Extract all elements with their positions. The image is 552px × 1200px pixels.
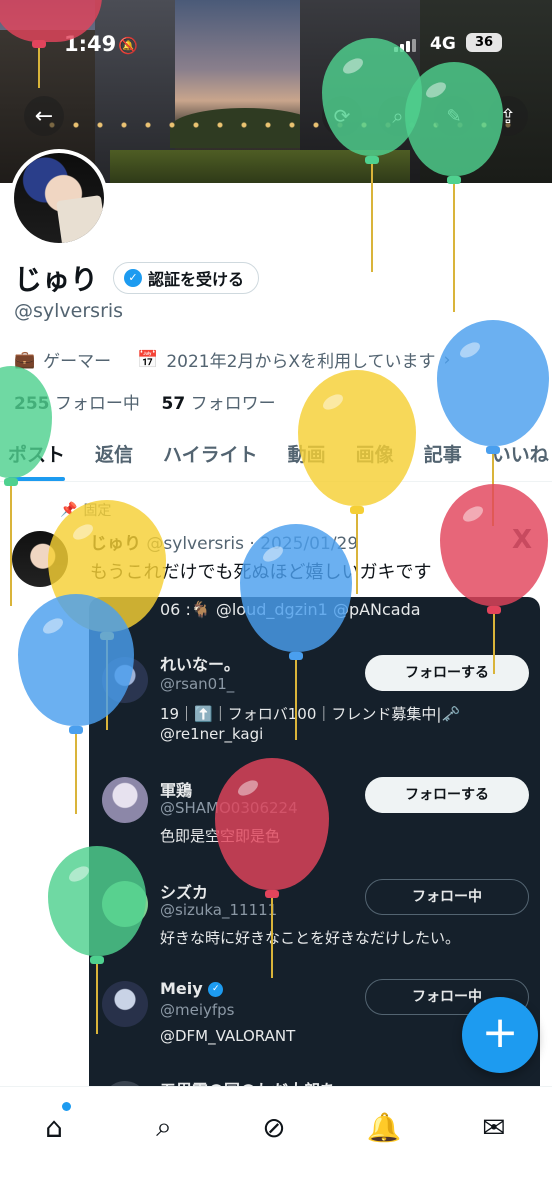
messages-icon[interactable]: ✉ <box>474 1107 514 1147</box>
profile-tabs: ポスト 返信 ハイライト 動画 画像 記事 いいね <box>0 432 552 482</box>
post-handle-date: @sylversris · 2025/01/29 <box>146 534 359 554</box>
network-type: 4G <box>430 34 456 54</box>
pinned-label: 固定 <box>83 503 112 519</box>
following-label: フォロー中 <box>54 394 140 414</box>
status-time: 1:49 <box>64 32 117 56</box>
home-icon[interactable]: ⌂ <box>34 1107 74 1147</box>
avatar[interactable] <box>102 657 148 703</box>
following-count: 255 <box>14 394 50 414</box>
following-button[interactable]: フォロー中 <box>365 879 529 915</box>
user-bio: 19｜⬆️｜フォロバ100｜フレンド募集中|🗝️ <box>160 705 461 723</box>
tab-highlights[interactable]: ハイライト <box>163 432 258 481</box>
x-logo-icon: X <box>512 525 533 555</box>
calendar-icon: 📅 <box>137 349 159 370</box>
profile-name: じゅり <box>14 263 99 296</box>
verified-badge-icon: ✓ <box>124 269 142 287</box>
tab-replies[interactable]: 返信 <box>95 432 133 481</box>
grok-icon[interactable]: ⊘ <box>254 1107 294 1147</box>
pin-icon: 📌 <box>60 502 78 518</box>
search-icon[interactable]: ⌕ <box>378 96 418 136</box>
silent-mode-icon: 🔕 <box>118 36 138 55</box>
tab-posts[interactable]: ポスト <box>8 432 66 481</box>
avatar[interactable] <box>102 981 148 1027</box>
verified-badge-icon: ✓ <box>208 982 224 997</box>
user-handle: @sizuka_11111 <box>160 901 278 919</box>
battery-level: 36 <box>466 33 502 52</box>
user-handle: @meiyfps <box>160 1001 235 1019</box>
user-bio: @DFM_VALORANT <box>160 1027 296 1045</box>
post-author[interactable]: じゅり <box>90 534 141 554</box>
home-notification-dot <box>62 1102 71 1111</box>
followers-count: 57 <box>161 394 186 414</box>
profile-avatar[interactable] <box>10 149 108 247</box>
user-name: シズカ <box>160 883 209 902</box>
user-name: れいなー。 <box>160 655 240 674</box>
user-handle: @rsan01_ <box>160 675 235 693</box>
banner-lawn <box>110 150 410 183</box>
briefcase-icon: 💼 <box>14 349 36 370</box>
tab-photos[interactable]: 画像 <box>356 432 394 481</box>
chevron-right-icon[interactable]: › <box>444 350 451 370</box>
follow-button[interactable]: フォローする <box>365 777 529 813</box>
followers-link[interactable]: 57 フォロワー <box>162 394 276 414</box>
profile-meta: 💼 ゲーマー 📅 2021年2月からXを利用しています › <box>14 347 451 373</box>
tab-articles[interactable]: 記事 <box>424 432 462 481</box>
profile-category: ゲーマー <box>43 352 112 372</box>
user-name: Meiy ✓ <box>160 979 224 998</box>
tab-likes[interactable]: いいね <box>492 432 549 481</box>
post-avatar[interactable] <box>12 531 68 587</box>
post-text: もうこれだけでも死ぬほど嬉しいガキです <box>90 562 432 583</box>
following-link[interactable]: 255 フォロー中 <box>14 394 140 414</box>
avatar[interactable] <box>102 881 148 927</box>
share-icon[interactable]: ⇪ <box>488 96 528 136</box>
user-bio: 好きな時に好きなことを好きなだけしたい。 <box>160 929 461 947</box>
compose-post-button[interactable]: + <box>462 997 538 1073</box>
back-arrow-icon[interactable]: ← <box>24 96 64 136</box>
refresh-icon[interactable]: ⟳ <box>322 96 362 136</box>
user-bio-line2: @re1ner_kagi <box>160 725 264 743</box>
user-name: 軍鶏 <box>160 781 193 800</box>
post-header: じゅり @sylversris · 2025/01/29 <box>90 529 358 554</box>
follow-stats: 255 フォロー中 57 フォロワー <box>14 389 276 414</box>
get-verified-button[interactable]: ✓ 認証を受ける <box>113 262 260 294</box>
embedded-top-line: 06 :🐐 @loud_dgzin1 @pANcada <box>160 600 421 619</box>
banner-building <box>420 0 552 183</box>
cellular-signal-icon <box>394 39 416 52</box>
user-handle: @SHAMO0306224 <box>160 799 298 817</box>
tab-videos[interactable]: 動画 <box>288 432 326 481</box>
user-bio: 色即是空空即是色 <box>160 827 281 845</box>
bottom-navigation: ⌂ ⌕ ⊘ 🔔 ✉ <box>0 1086 552 1200</box>
follow-button[interactable]: フォローする <box>365 655 529 691</box>
avatar[interactable] <box>102 777 148 823</box>
status-bar: 1:49 🔕 4G 36 <box>0 32 552 60</box>
edit-icon[interactable]: ✎ <box>434 96 474 136</box>
followers-label: フォロワー <box>190 394 276 414</box>
pinned-indicator: 📌 固定 <box>60 500 111 520</box>
get-verified-label: 認証を受ける <box>148 270 245 289</box>
profile-handle: @sylversris <box>14 300 124 322</box>
profile-joined: 2021年2月からXを利用しています <box>166 352 436 372</box>
plus-icon: + <box>481 1007 519 1058</box>
explore-icon[interactable]: ⌕ <box>144 1107 184 1147</box>
notifications-icon[interactable]: 🔔 <box>364 1107 404 1147</box>
